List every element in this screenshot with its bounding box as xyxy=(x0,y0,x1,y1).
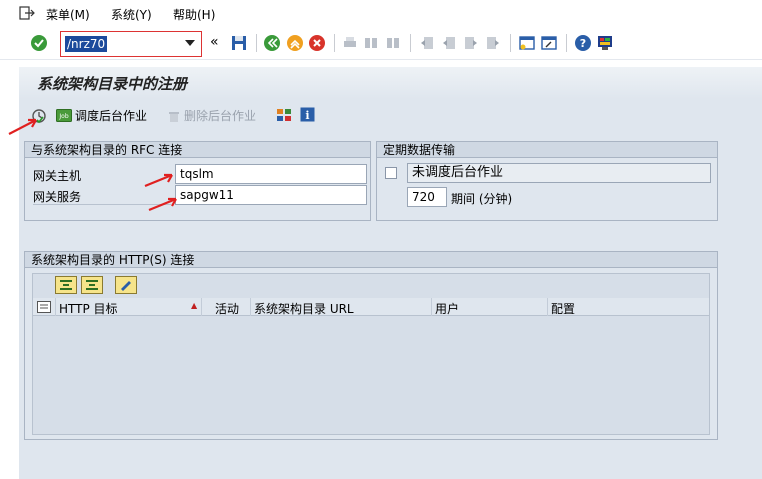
schedule-job-button[interactable]: Job 调度后台作业 xyxy=(56,107,147,124)
column-separator xyxy=(250,298,251,316)
print-icon[interactable] xyxy=(341,34,359,52)
cancel-icon[interactable] xyxy=(308,34,326,52)
job-status-field: 未调度后台作业 xyxy=(407,163,711,183)
customize-layout-icon[interactable] xyxy=(596,34,614,52)
gateway-host-label: 网关主机 xyxy=(33,169,82,183)
gateway-service-label: 网关服务 xyxy=(33,190,82,204)
last-page-icon[interactable] xyxy=(484,34,502,52)
sort-ascending-icon[interactable]: ▲ xyxy=(191,301,197,310)
period-field[interactable]: 720 xyxy=(407,187,447,207)
svg-text:i: i xyxy=(305,109,309,122)
next-page-icon[interactable] xyxy=(462,34,480,52)
toolbar-separator xyxy=(256,34,257,52)
period-label: 期间 (分钟) xyxy=(451,192,513,206)
http-connection-group: 系统架构目录的 HTTP(S) 连接 HTTP 目标 ▲ 活动 系统架构目录 U… xyxy=(24,251,718,440)
gateway-host-field[interactable]: tqslm xyxy=(175,164,367,184)
annotation-arrow xyxy=(8,118,37,135)
schedule-job-label: 调度后台作业 xyxy=(75,109,148,123)
column-separator xyxy=(431,298,432,316)
column-separator xyxy=(547,298,548,316)
gateway-service-field[interactable]: sapgw11 xyxy=(175,185,367,205)
toolbar-separator xyxy=(566,34,567,52)
command-field-value: /nrz70 xyxy=(65,36,108,52)
align-bottom-button[interactable] xyxy=(81,276,103,294)
shortcut-icon[interactable] xyxy=(540,34,558,52)
column-http-target[interactable]: HTTP 目标 xyxy=(59,300,118,317)
collapse-command-icon[interactable]: « xyxy=(210,34,219,50)
create-session-icon[interactable] xyxy=(518,34,536,52)
table-header: HTTP 目标 ▲ 活动 系统架构目录 URL 用户 配置 xyxy=(33,298,709,316)
align-top-button[interactable] xyxy=(55,276,77,294)
help-icon[interactable]: ? xyxy=(574,34,592,52)
find-icon[interactable] xyxy=(362,34,380,52)
transfer-checkbox[interactable] xyxy=(385,167,397,179)
column-active[interactable]: 活动 xyxy=(215,300,239,317)
layout-icon[interactable] xyxy=(276,108,292,122)
menu-bar: 菜单(M) 系统(Y) 帮助(H) xyxy=(0,0,762,28)
standard-toolbar: /nrz70 « ? xyxy=(0,28,762,60)
periodic-transfer-group: 定期数据传输 未调度后台作业 720 期间 (分钟) xyxy=(376,141,718,221)
find-next-icon[interactable] xyxy=(384,34,402,52)
application-toolbar: Job 调度后台作业 删除后台作业 i xyxy=(19,103,762,127)
job-icon: Job xyxy=(56,109,72,122)
main-screen: 系统架构目录中的注册 Job 调度后台作业 删除后台作业 i 与系统架构目录的 … xyxy=(19,67,762,479)
trash-icon xyxy=(169,111,179,122)
column-sld-url[interactable]: 系统架构目录 URL xyxy=(254,300,354,317)
exit-up-icon[interactable] xyxy=(286,34,304,52)
exit-icon[interactable] xyxy=(19,6,35,20)
first-page-icon[interactable] xyxy=(418,34,436,52)
svg-text:Job: Job xyxy=(58,113,68,120)
toolbar-separator xyxy=(334,34,335,52)
column-separator xyxy=(201,298,202,316)
save-icon[interactable] xyxy=(230,34,248,52)
toolbar-separator xyxy=(410,34,411,52)
select-all-icon[interactable] xyxy=(37,301,51,313)
align-top-icon xyxy=(60,280,72,290)
svg-text:?: ? xyxy=(580,37,586,50)
menu-item-system[interactable]: 系统(Y) xyxy=(111,6,152,23)
previous-page-icon[interactable] xyxy=(440,34,458,52)
delete-job-button[interactable]: 删除后台作业 xyxy=(167,107,256,124)
rfc-connection-group: 与系统架构目录的 RFC 连接 网关主机 tqslm 网关服务 sapgw11 xyxy=(24,141,371,221)
delete-job-label: 删除后台作业 xyxy=(184,109,257,123)
transfer-group-title: 定期数据传输 xyxy=(377,142,717,158)
back-icon[interactable] xyxy=(263,34,281,52)
column-user[interactable]: 用户 xyxy=(435,300,459,317)
chevron-down-icon[interactable] xyxy=(185,40,195,46)
annotation-arrow xyxy=(144,173,173,188)
command-field[interactable]: /nrz70 xyxy=(60,31,202,57)
enter-check-icon[interactable] xyxy=(30,34,48,52)
info-icon[interactable]: i xyxy=(300,107,315,122)
annotation-arrow xyxy=(148,197,177,212)
column-configuration[interactable]: 配置 xyxy=(551,300,575,317)
edit-button[interactable] xyxy=(115,276,137,294)
toolbar-separator xyxy=(510,34,511,52)
page-title: 系统架构目录中的注册 xyxy=(37,75,188,93)
http-group-title: 系统架构目录的 HTTP(S) 连接 xyxy=(25,252,717,268)
http-table: HTTP 目标 ▲ 活动 系统架构目录 URL 用户 配置 xyxy=(32,273,710,435)
edit-pencil-icon xyxy=(121,281,131,291)
menu-item-menu[interactable]: 菜单(M) xyxy=(46,6,90,23)
title-bar: 系统架构目录中的注册 xyxy=(19,67,762,99)
menu-item-help[interactable]: 帮助(H) xyxy=(173,6,215,23)
rfc-group-title: 与系统架构目录的 RFC 连接 xyxy=(25,142,370,158)
column-separator xyxy=(55,298,56,316)
align-bottom-icon xyxy=(86,280,98,290)
